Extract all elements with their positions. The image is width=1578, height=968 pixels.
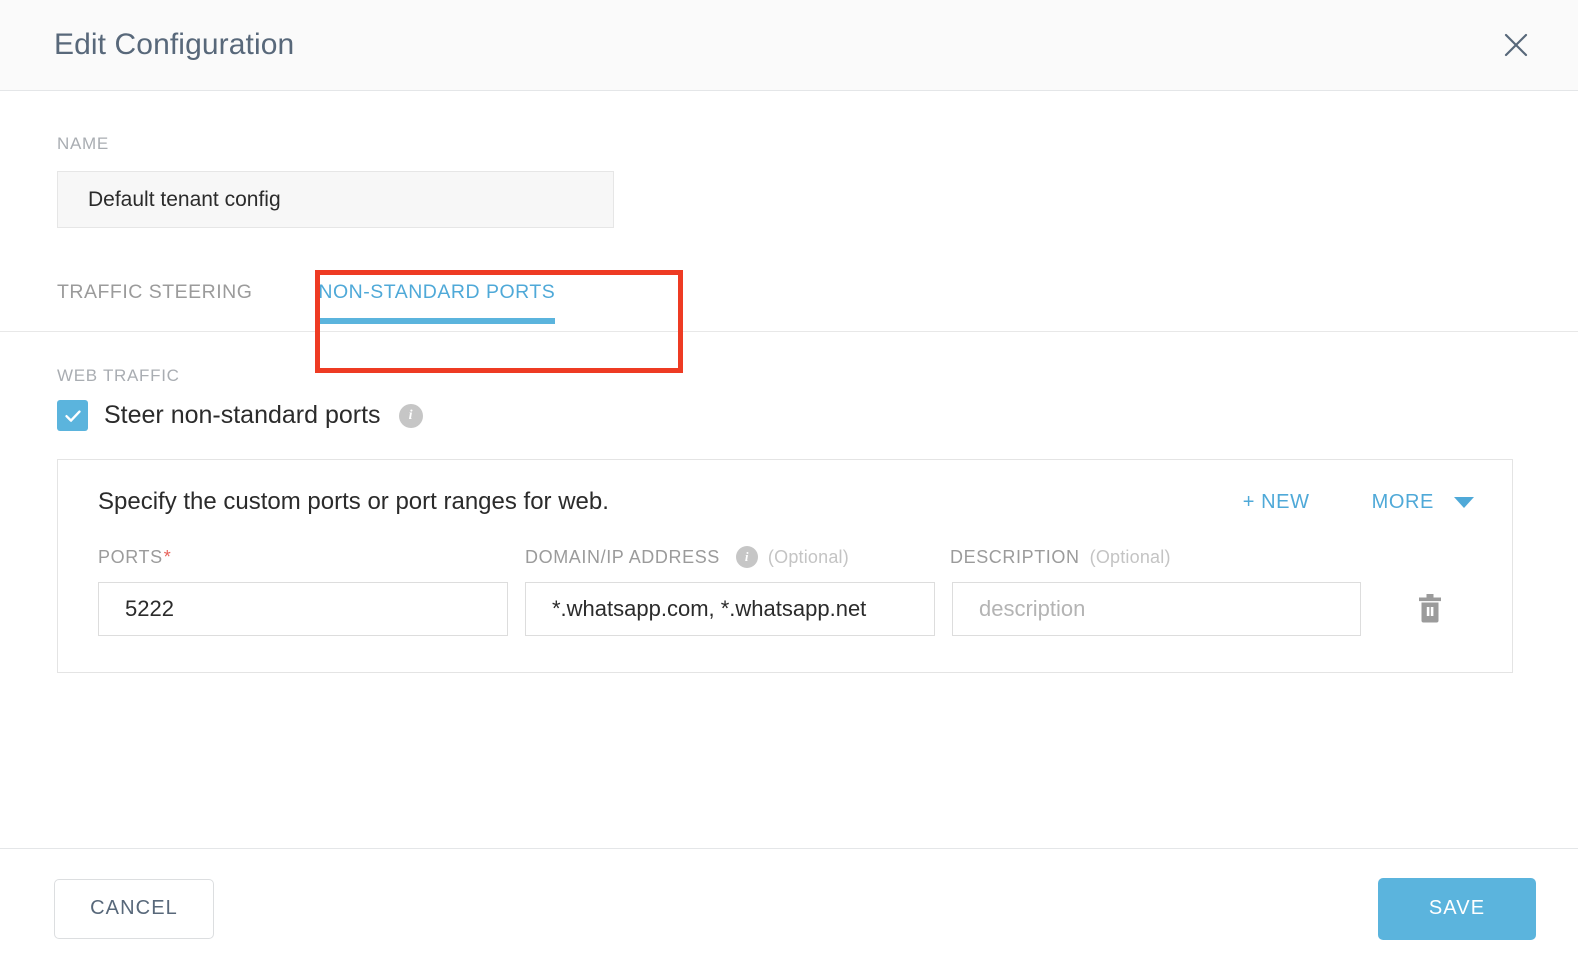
required-asterisk: * xyxy=(163,546,172,567)
web-traffic-section: WEB TRAFFIC Steer non-standard ports i xyxy=(0,332,1578,431)
cancel-button[interactable]: CANCEL xyxy=(54,878,214,939)
dialog-header: Edit Configuration xyxy=(0,0,1578,91)
tab-traffic-steering-label: TRAFFIC STEERING xyxy=(57,281,253,303)
ports-input[interactable] xyxy=(98,582,508,636)
steer-ports-row: Steer non-standard ports i xyxy=(57,400,1578,431)
check-icon xyxy=(64,409,81,422)
dialog-body: NAME TRAFFIC STEERING NON-STANDARD PORTS… xyxy=(0,91,1578,673)
column-header-domain-label: DOMAIN/IP ADDRESS xyxy=(525,546,720,567)
steer-ports-info-icon[interactable]: i xyxy=(398,403,423,428)
domain-ip-input[interactable] xyxy=(525,582,935,636)
tab-non-standard-ports-label: NON-STANDARD PORTS xyxy=(318,281,556,303)
name-input[interactable] xyxy=(57,171,614,228)
table-row xyxy=(98,582,1474,636)
table-column-headers: PORTS * DOMAIN/IP ADDRESS i (Optional) D… xyxy=(98,546,1474,568)
web-traffic-label: WEB TRAFFIC xyxy=(57,366,180,385)
dialog-footer: CANCEL SAVE xyxy=(0,848,1578,968)
edit-configuration-dialog: Edit Configuration NAME TRAFFIC STEERING… xyxy=(0,0,1578,968)
steer-non-standard-ports-checkbox[interactable] xyxy=(57,400,88,431)
panel-description: Specify the custom ports or port ranges … xyxy=(98,488,609,515)
tab-bar: TRAFFIC STEERING NON-STANDARD PORTS xyxy=(0,266,1578,373)
column-header-domain-optional: (Optional) xyxy=(767,546,849,567)
panel-header: Specify the custom ports or port ranges … xyxy=(98,488,1474,516)
save-button[interactable]: SAVE xyxy=(1378,877,1536,940)
add-new-button[interactable]: + NEW xyxy=(1243,491,1310,514)
tab-traffic-steering[interactable]: TRAFFIC STEERING xyxy=(57,266,252,331)
page-title: Edit Configuration xyxy=(54,28,295,61)
column-header-domain: DOMAIN/IP ADDRESS i (Optional) xyxy=(525,546,950,568)
chevron-down-icon[interactable] xyxy=(1454,496,1474,508)
more-button[interactable]: MORE xyxy=(1372,491,1434,514)
panel-actions: + NEW MORE xyxy=(1243,491,1474,514)
column-header-ports-label: PORTS xyxy=(98,546,163,567)
domain-info-icon[interactable]: i xyxy=(735,546,758,568)
column-header-description: DESCRIPTION (Optional) xyxy=(950,547,1474,568)
column-header-ports: PORTS * xyxy=(98,547,525,568)
tab-non-standard-ports[interactable]: NON-STANDARD PORTS xyxy=(318,266,556,331)
custom-ports-panel: Specify the custom ports or port ranges … xyxy=(57,459,1513,673)
name-label: NAME xyxy=(57,134,109,153)
trash-icon[interactable] xyxy=(1413,590,1447,628)
description-input[interactable] xyxy=(952,582,1361,636)
column-header-description-label: DESCRIPTION xyxy=(950,546,1080,567)
name-field-group: NAME xyxy=(0,91,1578,228)
steer-non-standard-ports-label: Steer non-standard ports xyxy=(104,401,381,429)
column-header-description-optional: (Optional) xyxy=(1089,546,1171,567)
close-icon[interactable] xyxy=(1496,25,1536,65)
